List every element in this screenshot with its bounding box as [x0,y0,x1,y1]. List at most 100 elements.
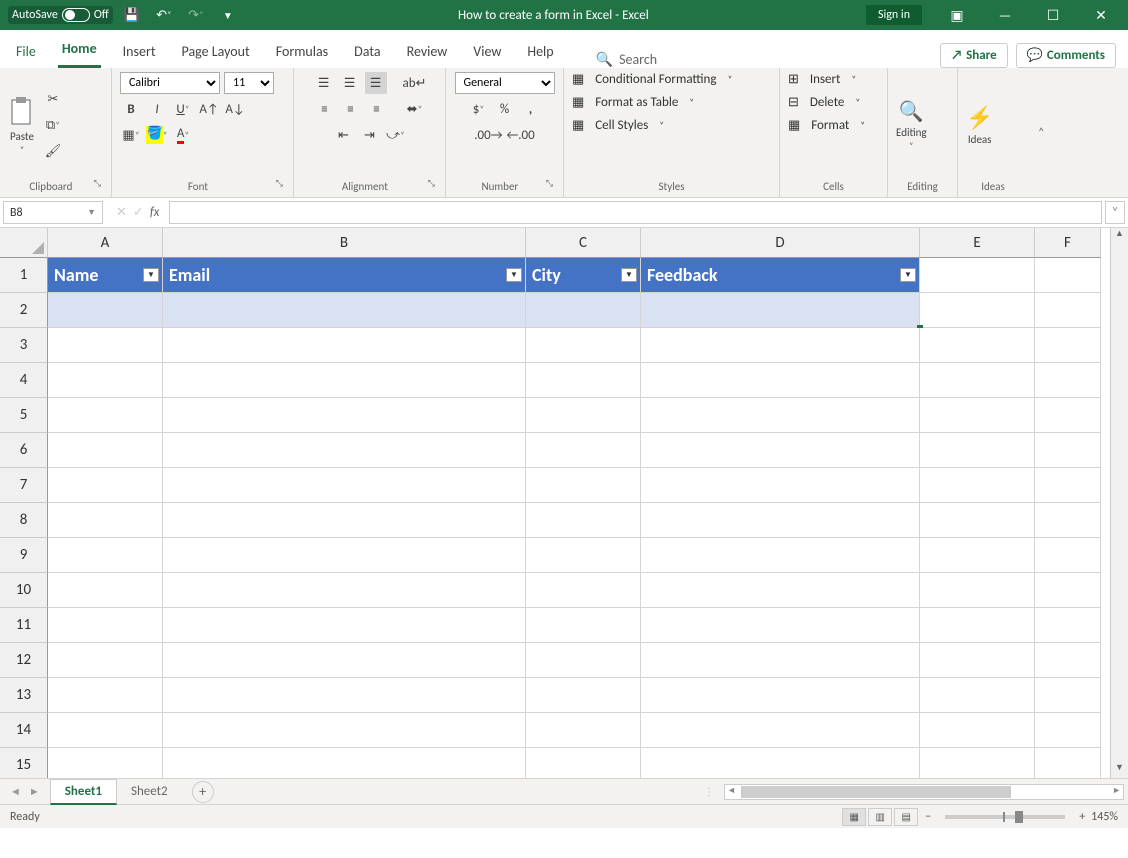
align-bottom-icon[interactable]: ☰ [365,72,387,94]
tab-view[interactable]: View [469,35,505,68]
customize-qat-icon[interactable]: ▼ [215,3,241,27]
filter-button-city[interactable]: ▼ [621,268,637,282]
cell-E5[interactable] [920,398,1035,433]
cell-E9[interactable] [920,538,1035,573]
cell-D13[interactable] [641,678,920,713]
copy-icon[interactable]: ⧉ [42,114,64,136]
tab-help[interactable]: Help [523,35,557,68]
zoom-out-icon[interactable]: − [925,810,931,824]
collapse-ribbon-icon[interactable]: ˄ [1038,126,1044,140]
cell-F7[interactable] [1035,468,1101,503]
enter-formula-icon[interactable]: ✓ [133,205,144,220]
undo-icon[interactable]: ↶˅ [151,3,177,27]
column-header-A[interactable]: A [48,228,163,258]
row-header-14[interactable]: 14 [0,713,48,748]
cell-C13[interactable] [526,678,641,713]
currency-icon[interactable]: $ [468,98,490,120]
column-header-F[interactable]: F [1035,228,1101,258]
align-top-icon[interactable]: ☰ [313,72,335,94]
number-format-select[interactable]: General [455,72,555,94]
tab-data[interactable]: Data [350,35,384,68]
ideas-button[interactable]: ⚡ Ideas [966,104,993,146]
cell-F9[interactable] [1035,538,1101,573]
font-size-select[interactable]: 11 [224,72,274,94]
next-sheet-icon[interactable]: ► [29,785,40,798]
increase-decimal-icon[interactable]: .00→ [474,124,502,146]
underline-button[interactable]: U [172,98,194,120]
row-header-15[interactable]: 15 [0,748,48,778]
cancel-formula-icon[interactable]: ✕ [116,205,127,220]
name-box[interactable]: B8 ▼ [3,201,103,224]
zoom-slider[interactable] [945,815,1065,819]
zoom-level[interactable]: 145% [1091,810,1118,824]
cell-E13[interactable] [920,678,1035,713]
cell-E11[interactable] [920,608,1035,643]
cell-C3[interactable] [526,328,641,363]
cell-B6[interactable] [163,433,526,468]
maximize-icon[interactable]: ☐ [1030,0,1076,30]
cell-A15[interactable] [48,748,163,778]
cell-B9[interactable] [163,538,526,573]
cell-A8[interactable] [48,503,163,538]
scroll-up-icon[interactable]: ▲ [1111,228,1128,244]
cell-A14[interactable] [48,713,163,748]
close-icon[interactable]: ✕ [1078,0,1124,30]
page-break-view-icon[interactable]: ▤ [894,808,918,826]
decrease-font-icon[interactable]: A↓ [224,98,246,120]
row-header-13[interactable]: 13 [0,678,48,713]
horizontal-scrollbar[interactable] [724,784,1124,800]
cell-D12[interactable] [641,643,920,678]
tab-insert[interactable]: Insert [119,35,160,68]
percent-icon[interactable]: % [494,98,516,120]
borders-icon[interactable]: ▦ [120,124,142,146]
cell-F8[interactable] [1035,503,1101,538]
cell-A13[interactable] [48,678,163,713]
row-header-2[interactable]: 2 [0,293,48,328]
cell-C1[interactable]: City▼ [526,258,641,293]
tab-resize-handle[interactable]: ⋮ [698,785,720,798]
cell-B11[interactable] [163,608,526,643]
row-header-11[interactable]: 11 [0,608,48,643]
cell-D15[interactable] [641,748,920,778]
cell-D2[interactable] [641,293,920,328]
cell-C10[interactable] [526,573,641,608]
align-left-icon[interactable]: ≡ [314,98,336,120]
cell-B4[interactable] [163,363,526,398]
decrease-decimal-icon[interactable]: ←.00 [507,124,535,146]
prev-sheet-icon[interactable]: ◄ [10,785,21,798]
cell-A12[interactable] [48,643,163,678]
cell-E10[interactable] [920,573,1035,608]
cell-F6[interactable] [1035,433,1101,468]
row-header-8[interactable]: 8 [0,503,48,538]
delete-cells-button[interactable]: ⊟ Delete ˅ [788,95,860,110]
cell-A7[interactable] [48,468,163,503]
cell-F14[interactable] [1035,713,1101,748]
cell-styles-button[interactable]: ▦ Cell Styles ˅ [572,118,664,133]
column-header-B[interactable]: B [163,228,526,258]
tab-formulas[interactable]: Formulas [272,35,332,68]
cell-F3[interactable] [1035,328,1101,363]
save-icon[interactable]: 💾 [119,3,145,27]
cell-A2[interactable] [48,293,163,328]
font-color-icon[interactable]: A [172,124,194,146]
italic-button[interactable]: I [146,98,168,120]
increase-indent-icon[interactable]: ⇥ [359,124,381,146]
cell-A4[interactable] [48,363,163,398]
cell-C11[interactable] [526,608,641,643]
cell-C6[interactable] [526,433,641,468]
scroll-down-icon[interactable]: ▼ [1111,762,1128,778]
cell-D5[interactable] [641,398,920,433]
vertical-scrollbar[interactable]: ▲ ▼ [1110,228,1128,778]
cell-B5[interactable] [163,398,526,433]
cell-D4[interactable] [641,363,920,398]
cell-C8[interactable] [526,503,641,538]
cell-F15[interactable] [1035,748,1101,778]
cell-B1[interactable]: Email▼ [163,258,526,293]
ribbon-display-options-icon[interactable]: ▣ [934,0,980,30]
sheet-tab-sheet1[interactable]: Sheet1 [50,779,117,805]
cell-C12[interactable] [526,643,641,678]
cell-D7[interactable] [641,468,920,503]
cell-A6[interactable] [48,433,163,468]
cell-D10[interactable] [641,573,920,608]
cell-D11[interactable] [641,608,920,643]
